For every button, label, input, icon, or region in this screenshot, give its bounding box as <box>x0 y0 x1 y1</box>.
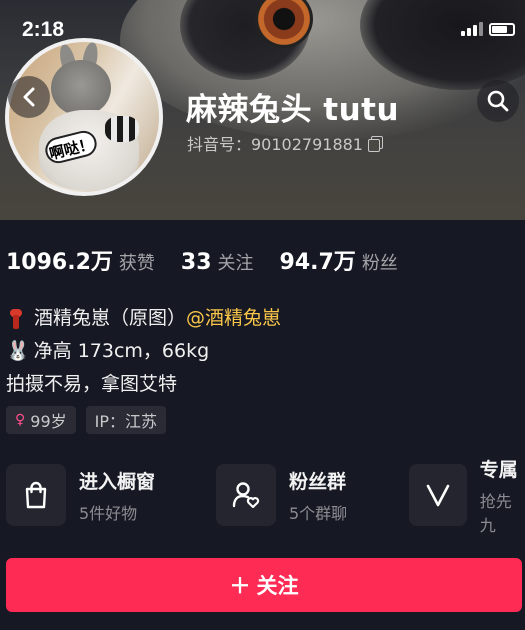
status-indicators <box>461 22 515 36</box>
search-icon <box>487 90 509 112</box>
card-exclusive-title: 专属 <box>479 458 518 481</box>
age-tag: ♀ 99岁 <box>6 406 76 434</box>
chevron-left-icon <box>23 87 35 107</box>
card-exclusive-text: 专属 抢先九 <box>480 455 525 536</box>
bio-line-1: 酒精兔崽（原图） @酒精兔崽 <box>6 302 281 335</box>
bio-line-3-text: 拍摄不易，拿图艾特 <box>6 373 178 395</box>
status-time: 2:18 <box>22 18 65 41</box>
back-button[interactable] <box>8 76 50 118</box>
shopping-bag-icon <box>6 464 66 526</box>
card-fan-group-text: 粉丝群 5个群聊 <box>289 467 347 524</box>
battery-icon <box>489 23 515 36</box>
follow-button[interactable]: ＋ 关注 <box>6 558 522 612</box>
card-shop-window-subtitle: 5件好物 <box>79 503 138 523</box>
card-fan-group[interactable]: 粉丝群 5个群聊 <box>216 462 347 528</box>
stat-likes-label: 获赞 <box>118 253 155 274</box>
bio-line-2-text: 净高 173cm，66kg <box>33 340 210 362</box>
stat-followers-label: 粉丝 <box>361 253 398 274</box>
card-fan-group-subtitle: 5个群聊 <box>289 503 348 523</box>
stat-following[interactable]: 33 关注 <box>181 249 254 275</box>
v-badge-icon <box>409 464 467 526</box>
stat-likes-value: 1096.2万 <box>6 250 113 275</box>
bio-line-1-text: 酒精兔崽（原图） <box>34 307 187 329</box>
rabbit-icon: 🐰 <box>6 340 30 362</box>
signal-icon <box>461 22 483 36</box>
copy-icon[interactable] <box>367 136 383 152</box>
stat-followers-value: 94.7万 <box>279 250 356 275</box>
bio-mention-link[interactable]: @酒精兔崽 <box>186 302 281 335</box>
stat-likes[interactable]: 1096.2万 获赞 <box>6 244 155 276</box>
card-exclusive-subtitle: 抢先九 <box>479 491 512 535</box>
avatar-toy <box>105 116 139 142</box>
age-tag-text: 99岁 <box>30 412 67 431</box>
plus-icon: ＋ <box>229 574 251 598</box>
female-icon: ♀ <box>15 412 26 428</box>
card-shop-window-text: 进入橱窗 5件好物 <box>79 467 155 524</box>
avatar-rabbit-head <box>51 60 111 116</box>
bio-line-2: 🐰 净高 173cm，66kg <box>6 335 281 368</box>
stats-row: 1096.2万 获赞 33 关注 94.7万 粉丝 <box>6 244 424 276</box>
profile-tags: ♀ 99岁 IP：江苏 <box>6 406 167 434</box>
douyin-id[interactable]: 抖音号：90102791881 <box>187 131 383 155</box>
stat-following-label: 关注 <box>217 253 254 274</box>
follow-button-label: 关注 <box>256 574 299 598</box>
scarf-icon <box>6 308 26 330</box>
profile-bio: 酒精兔崽（原图） @酒精兔崽 🐰 净高 173cm，66kg 拍摄不易，拿图艾特 <box>6 302 281 401</box>
stat-following-value: 33 <box>180 250 212 275</box>
fan-group-icon <box>216 464 276 526</box>
search-button[interactable] <box>477 80 519 122</box>
card-shop-window-title: 进入橱窗 <box>79 470 156 493</box>
stat-followers[interactable]: 94.7万 粉丝 <box>280 244 398 276</box>
douyin-id-text: 抖音号：90102791881 <box>187 135 363 154</box>
ip-location-text: IP：江苏 <box>94 412 158 431</box>
profile-nickname: 麻辣兔头 tutu <box>186 92 400 128</box>
card-shop-window[interactable]: 进入橱窗 5件好物 <box>6 462 155 528</box>
card-exclusive[interactable]: 专属 抢先九 <box>409 459 525 535</box>
feature-cards: 进入橱窗 5件好物 粉丝群 5个群聊 专属 抢先九 <box>6 459 525 535</box>
bio-line-3: 拍摄不易，拿图艾特 <box>6 368 281 401</box>
card-fan-group-title: 粉丝群 <box>289 470 347 493</box>
ip-location-tag: IP：江苏 <box>85 406 167 434</box>
